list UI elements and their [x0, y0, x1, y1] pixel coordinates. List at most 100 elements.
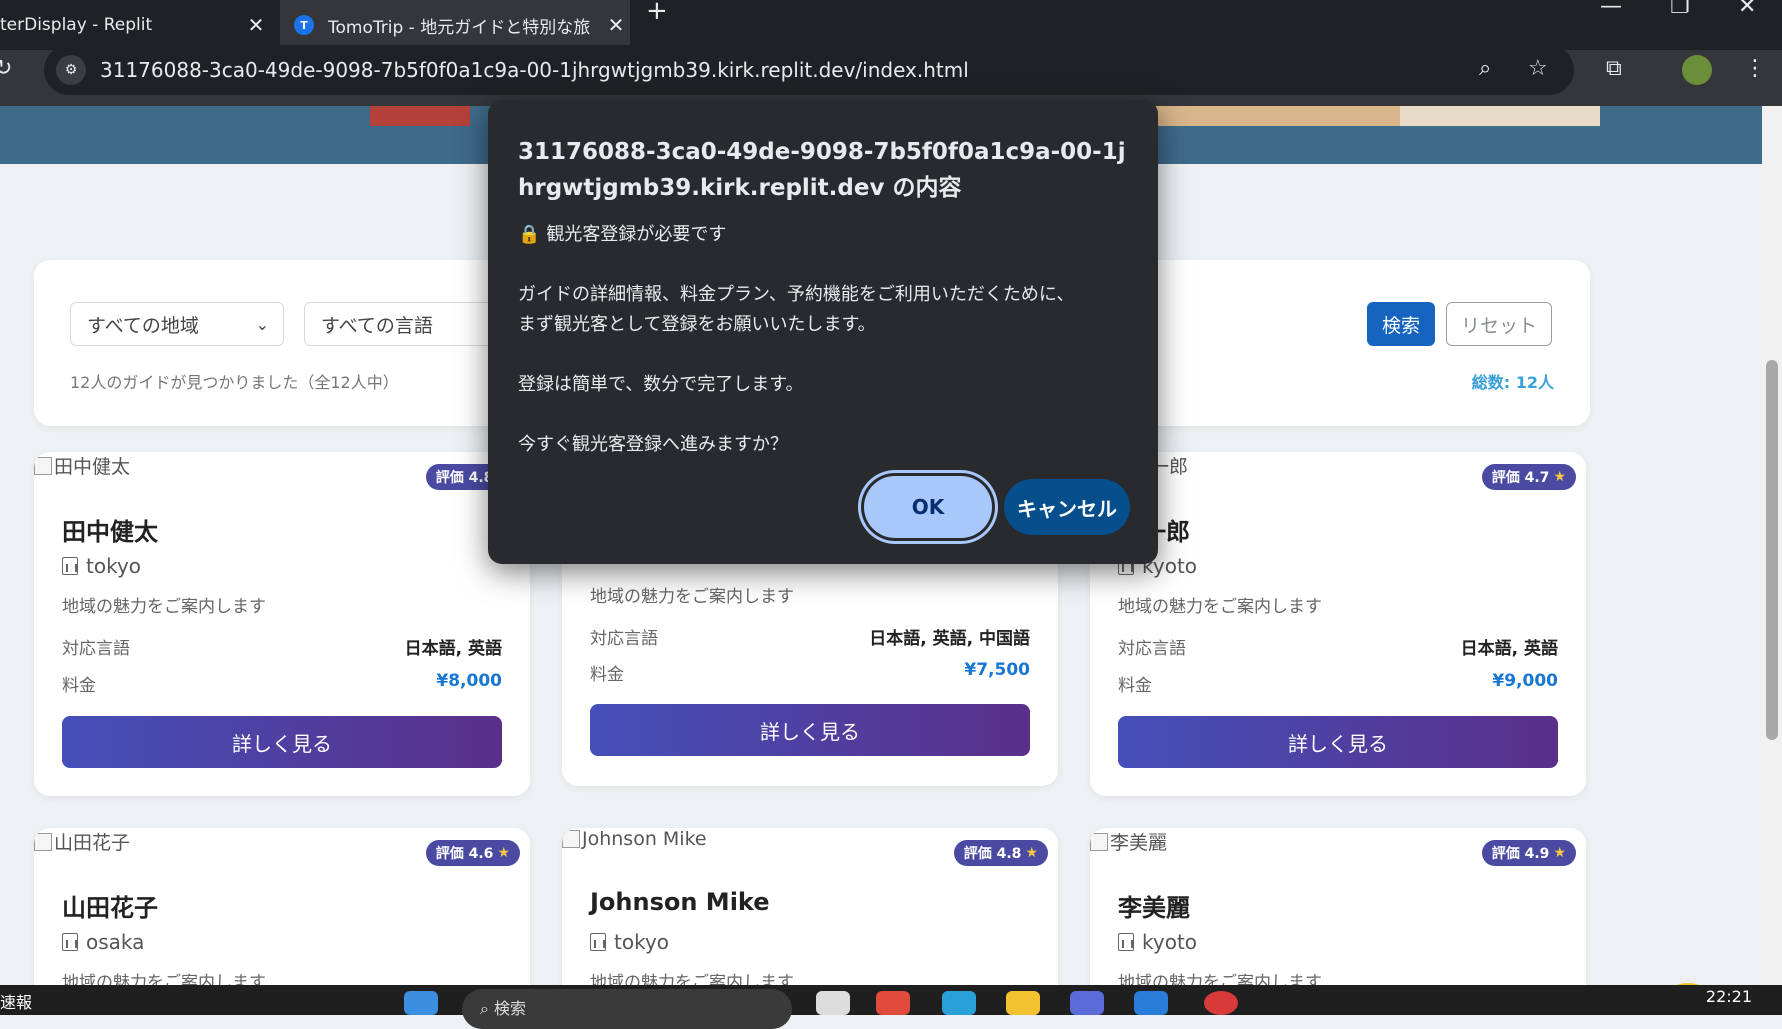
guide-description: 地域の魅力をご案内します	[1118, 597, 1322, 617]
hero-art	[1400, 106, 1600, 126]
languages-value: 日本語, 英語, 中国語	[869, 629, 1030, 649]
star-icon: ★	[1553, 469, 1566, 485]
results-count-text: 12人のガイドが見つかりました（全12人中）	[70, 373, 399, 392]
detail-button[interactable]: 詳しく見る	[1118, 716, 1558, 768]
language-select[interactable]: すべての言語	[304, 302, 504, 346]
guide-description: 地域の魅力をご案内します	[1118, 973, 1322, 985]
guide-card: 山田花子 評価 4.6 ★ 山田花子 osaka 地域の魅力をご案内します	[34, 828, 530, 985]
vscode-icon[interactable]	[1134, 991, 1168, 1015]
reload-icon[interactable]: ↻	[0, 56, 12, 81]
minimize-icon[interactable]: —	[1600, 0, 1622, 19]
search-placeholder: 検索	[494, 999, 527, 1018]
guide-location: tokyo	[590, 930, 669, 954]
app-icon[interactable]	[1204, 991, 1238, 1015]
fee-label: 料金	[590, 665, 624, 685]
edge-icon[interactable]	[942, 991, 976, 1015]
dialog-line: まず観光客として登録をお願いいたします。	[518, 314, 876, 335]
rating-badge: 評価 4.8★	[953, 840, 1048, 866]
rating-badge: 評価 4.6 ★	[425, 840, 520, 866]
site-info-icon[interactable]: ⚙	[56, 55, 86, 85]
copilot-icon[interactable]	[1070, 991, 1104, 1015]
close-tab-icon[interactable]: ✕	[242, 13, 270, 37]
dialog-line: ガイドの詳細情報、料金プラン、予約機能をご利用いただくために、	[518, 284, 1075, 305]
guide-card: 李美麗 評価 4.9 ★ 李美麗 kyoto 地域の魅力をご案内します	[1090, 828, 1586, 985]
guide-card: Johnson Mike 評価 4.8 ★ Johnson Mike tokyo …	[562, 828, 1058, 985]
detail-button[interactable]: 詳しく見る	[590, 704, 1030, 756]
taskview-icon[interactable]	[816, 991, 850, 1015]
rating-text: 評価 4.8	[963, 846, 1022, 862]
tab-tomotrip[interactable]: T TomoTrip - 地元ガイドと特別な旅 ✕	[280, 0, 630, 50]
broken-image-icon	[562, 830, 580, 848]
guide-photo: Johnson Mike	[562, 828, 707, 850]
rating-text: 評価 4.6	[435, 846, 494, 862]
start-icon[interactable]	[404, 991, 438, 1015]
detail-button[interactable]: 詳しく見る	[62, 716, 502, 768]
guide-name: 山田花子	[62, 894, 158, 922]
languages-row: 対応言語 日本語, 英語, 中国語	[590, 624, 1030, 649]
clock[interactable]: 22:21	[1706, 987, 1752, 1006]
tab-replit[interactable]: terDisplay - Replit ✕	[0, 0, 270, 50]
price-value: ¥8,000	[436, 671, 502, 691]
guide-location: kyoto	[1118, 930, 1197, 954]
profile-avatar[interactable]	[1682, 55, 1712, 85]
dialog-body: 🔒 観光客登録が必要です ガイドの詳細情報、料金プラン、予約機能をご利用いただくた…	[518, 220, 1128, 460]
new-tab-icon[interactable]: +	[646, 0, 668, 26]
location-text: tokyo	[86, 554, 142, 578]
address-bar[interactable]: ⚙ 31176088-3ca0-49de-9098-7b5f0f0a1c9a-0…	[44, 45, 1574, 95]
guide-description: 地域の魅力をご案内します	[590, 587, 794, 607]
languages-label: 対応言語	[590, 629, 658, 649]
guide-name: 李美麗	[1118, 894, 1190, 922]
guide-photo: 李美麗	[1090, 828, 1167, 855]
extensions-icon[interactable]: ⧉	[1606, 56, 1622, 81]
location-chart-icon	[62, 933, 78, 951]
price-value: ¥7,500	[964, 660, 1030, 680]
fee-label: 料金	[62, 676, 96, 696]
hero-art	[1150, 106, 1400, 126]
close-window-icon[interactable]: ✕	[1738, 0, 1756, 19]
ok-button[interactable]: OK	[864, 476, 992, 538]
close-tab-icon[interactable]: ✕	[602, 13, 630, 37]
scrollbar-thumb[interactable]	[1766, 360, 1778, 740]
news-widget[interactable]: 速報	[0, 989, 32, 1013]
rating-badge: 評価 4.7 ★	[1481, 464, 1576, 490]
location-chart-icon	[1118, 933, 1134, 951]
reset-button[interactable]: リセット	[1446, 302, 1552, 346]
total-count-text: 総数: 12人	[1471, 373, 1554, 392]
fee-label: 料金	[1118, 676, 1152, 696]
bookmark-star-icon[interactable]: ☆	[1528, 56, 1548, 81]
guide-description: 地域の魅力をご案内します	[62, 597, 266, 617]
chrome-icon[interactable]	[876, 991, 910, 1015]
photo-alt-text: 田中健太	[54, 456, 131, 478]
search-button[interactable]: 検索	[1367, 302, 1435, 346]
menu-kebab-icon[interactable]: ⋮	[1744, 56, 1766, 81]
location-chart-icon	[62, 557, 78, 575]
photo-alt-text: 山田花子	[54, 832, 131, 854]
guide-card: 一郎 評価 4.7★ 木一郎 kyoto 地域の魅力をご案内します 対応言語日本…	[1090, 452, 1586, 796]
star-icon: ★	[497, 845, 510, 861]
tab-title: TomoTrip - 地元ガイドと特別な旅	[328, 17, 591, 38]
browser-tab-bar: terDisplay - Replit ✕ T TomoTrip - 地元ガイド…	[0, 0, 1782, 50]
region-select[interactable]: すべての地域 ⌄	[70, 302, 284, 346]
chevron-down-icon: ⌄	[255, 314, 269, 334]
guide-description: 地域の魅力をご案内します	[590, 973, 794, 985]
cancel-button[interactable]: キャンセル	[1004, 479, 1130, 535]
taskbar-search[interactable]: ⌕ 検索	[462, 989, 792, 1029]
lock-icon: 🔒	[518, 224, 541, 245]
restore-icon[interactable]: ❐	[1670, 0, 1690, 19]
star-icon: ★	[1025, 845, 1038, 861]
dialog-line: 登録は簡単で、数分で完了します。	[518, 374, 804, 395]
tab-title: terDisplay - Replit	[0, 15, 153, 35]
rating-text: 評価 4.7	[1491, 470, 1550, 486]
broken-image-icon	[1090, 832, 1108, 851]
guide-photo: 田中健太	[34, 452, 130, 479]
price-value: ¥9,000	[1492, 671, 1558, 691]
zoom-icon[interactable]: ⌕	[1479, 56, 1491, 81]
languages-row: 対応言語 日本語, 英語	[62, 634, 502, 659]
guide-location: osaka	[62, 930, 144, 954]
file-explorer-icon[interactable]	[1006, 991, 1040, 1015]
guide-photo: 山田花子	[34, 828, 130, 855]
languages-row: 対応言語 日本語, 英語	[1118, 634, 1558, 659]
dialog-line: 今すぐ観光客登録へ進みますか？	[518, 434, 788, 455]
region-value: すべての地域	[87, 314, 199, 337]
broken-image-icon	[34, 832, 52, 851]
